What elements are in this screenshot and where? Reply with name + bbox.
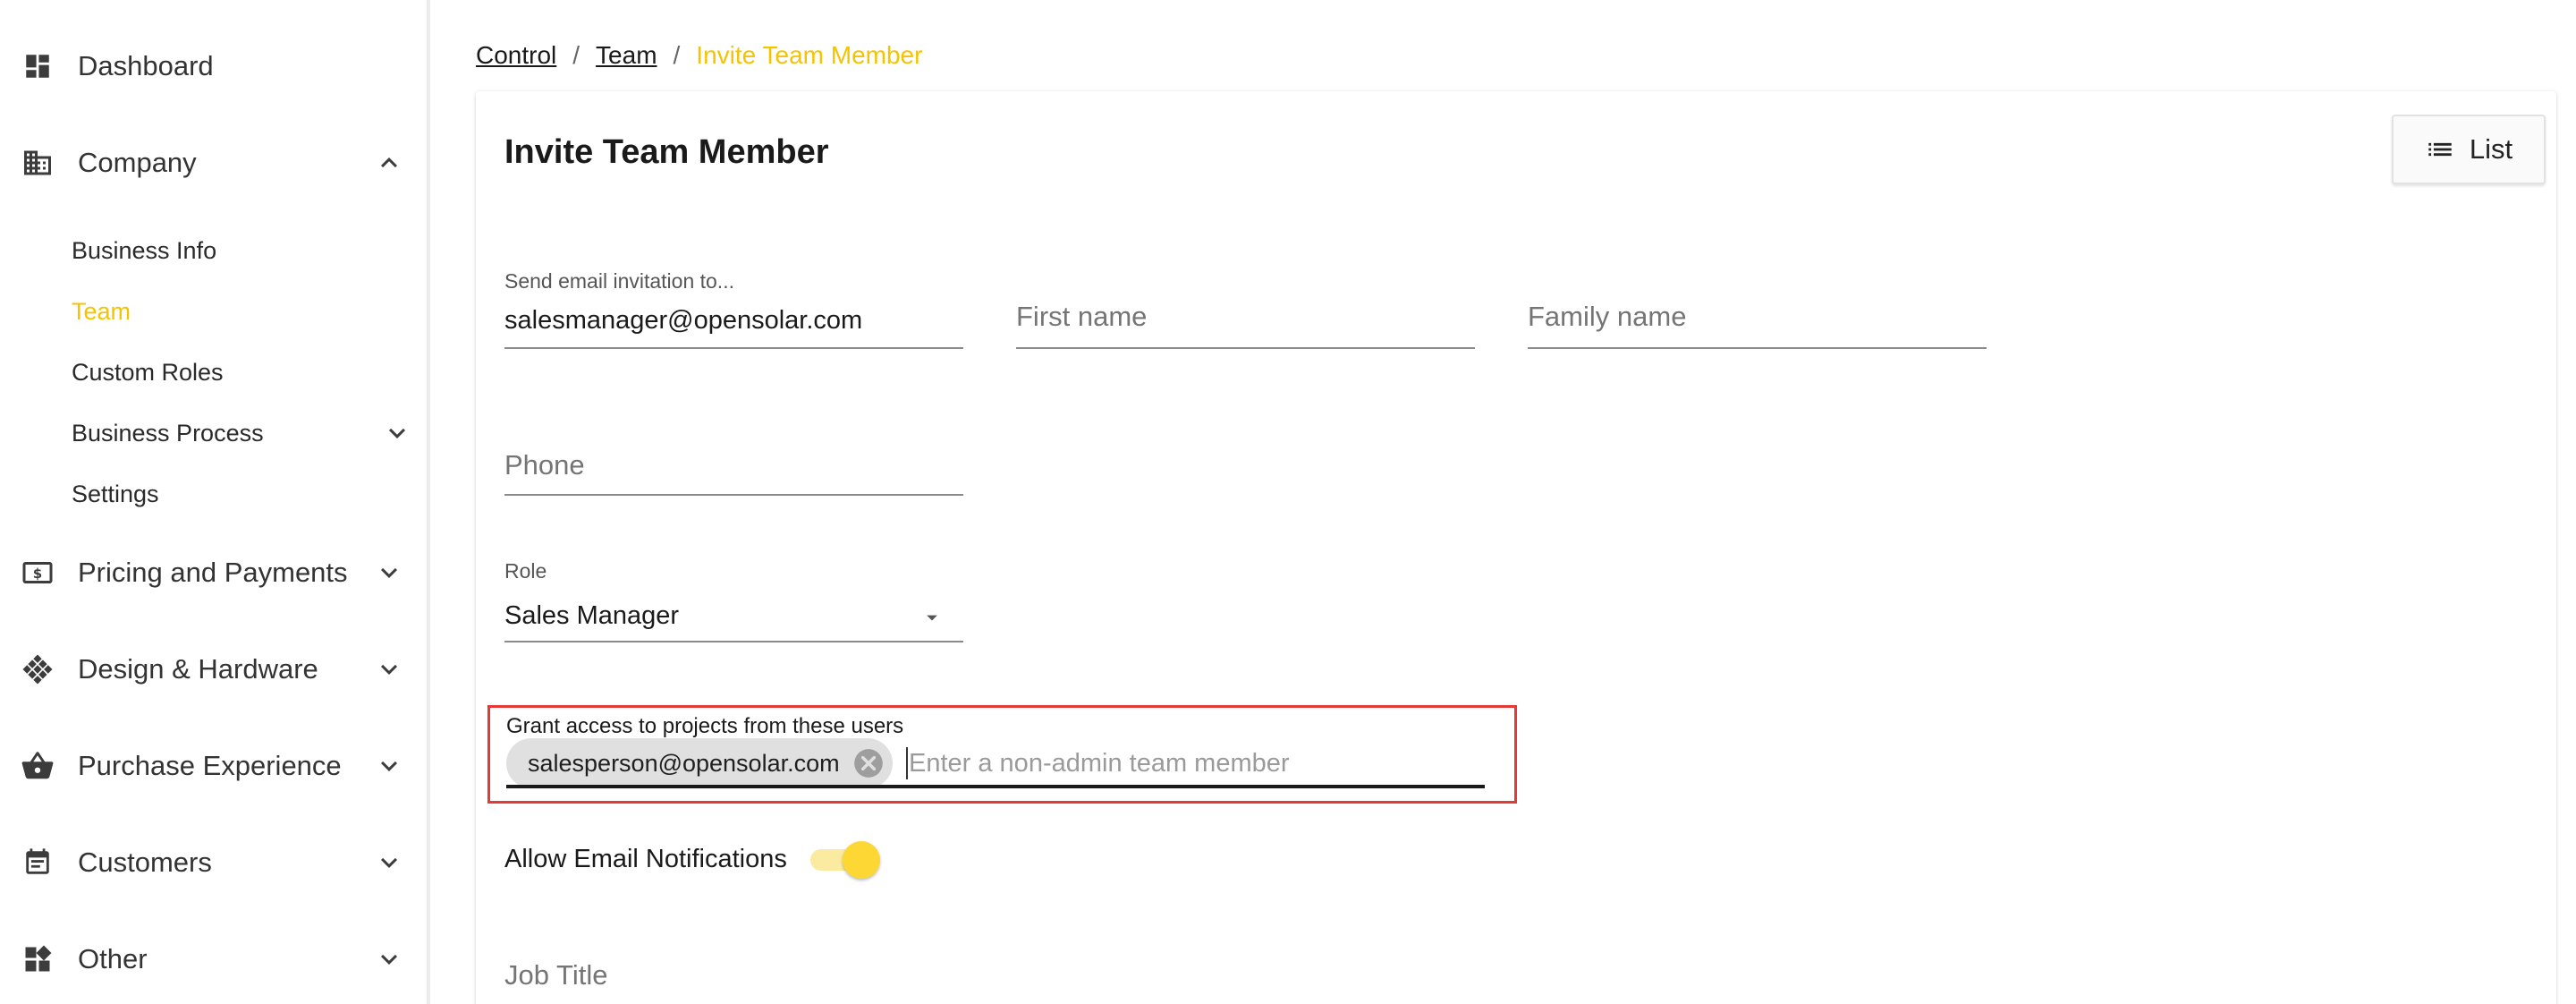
calendar-list-icon xyxy=(20,845,55,881)
sidebar-subitem-settings[interactable]: Settings xyxy=(72,478,159,510)
phone-underline xyxy=(504,494,963,496)
sidebar-item-purchase-experience[interactable]: Purchase Experience xyxy=(0,730,430,802)
job-title-field[interactable]: Job Title xyxy=(504,952,963,1004)
role-underline xyxy=(504,641,963,642)
widgets-icon xyxy=(20,941,55,977)
sidebar-subitem-custom-roles[interactable]: Custom Roles xyxy=(72,356,224,388)
text-caret xyxy=(906,747,908,779)
family-name-underline xyxy=(1528,347,1987,349)
sidebar-item-customers[interactable]: Customers xyxy=(0,827,430,898)
sidebar-item-other[interactable]: Other xyxy=(0,923,430,995)
list-button[interactable]: List xyxy=(2392,115,2546,184)
role-label: Role xyxy=(504,559,547,583)
phone-placeholder[interactable]: Phone xyxy=(504,447,585,483)
basket-icon xyxy=(20,748,55,784)
chevron-down-icon[interactable] xyxy=(381,417,413,449)
chevron-down-icon[interactable] xyxy=(373,750,405,782)
sidebar-item-label: Other xyxy=(78,943,148,974)
email-field[interactable]: Send email invitation to... salesmanager… xyxy=(504,268,963,353)
chevron-up-icon[interactable] xyxy=(373,147,405,179)
breadcrumb-separator: / xyxy=(673,41,681,69)
list-icon xyxy=(2428,142,2452,157)
chevron-down-icon[interactable] xyxy=(373,943,405,975)
sidebar-item-label: Company xyxy=(78,147,197,178)
sidebar-item-label: Pricing and Payments xyxy=(78,557,348,588)
sidebar: Dashboard Company Business Info Team Cus… xyxy=(0,0,430,1004)
breadcrumb: Control / Team / Invite Team Member xyxy=(476,39,922,72)
chevron-down-icon[interactable] xyxy=(373,557,405,589)
building-icon xyxy=(20,145,55,181)
sidebar-item-design-hardware[interactable]: Design & Hardware xyxy=(0,634,430,705)
svg-text:$: $ xyxy=(33,566,42,582)
dollar-bill-icon: $ xyxy=(20,555,55,591)
sidebar-item-pricing-payments[interactable]: $ Pricing and Payments xyxy=(0,537,430,608)
sidebar-item-company[interactable]: Company xyxy=(0,127,430,199)
sidebar-subitem-team[interactable]: Team xyxy=(72,295,131,328)
breadcrumb-team-link[interactable]: Team xyxy=(596,39,657,72)
breadcrumb-current: Invite Team Member xyxy=(696,41,923,69)
user-chip[interactable]: salesperson@opensolar.com xyxy=(506,738,893,788)
breadcrumb-control-link[interactable]: Control xyxy=(476,39,556,72)
sidebar-item-label: Customers xyxy=(78,847,212,878)
dropdown-arrow-icon[interactable] xyxy=(919,605,945,630)
chevron-down-icon[interactable] xyxy=(373,847,405,879)
close-circle-icon[interactable] xyxy=(852,746,886,780)
first-name-underline xyxy=(1016,347,1475,349)
chevron-down-icon[interactable] xyxy=(373,653,405,685)
user-chip-label: salesperson@opensolar.com xyxy=(528,749,840,777)
family-name-placeholder[interactable]: Family name xyxy=(1528,299,1686,335)
phone-field[interactable]: Phone xyxy=(504,413,963,498)
sidebar-item-label: Design & Hardware xyxy=(78,653,318,685)
dashboard-icon xyxy=(20,48,55,84)
grant-access-underline xyxy=(506,785,1485,788)
invite-form-card: Invite Team Member List Send email invit… xyxy=(476,91,2556,1004)
sidebar-subitem-business-info[interactable]: Business Info xyxy=(72,234,216,267)
first-name-field[interactable]: First name xyxy=(1016,268,1475,353)
job-title-placeholder[interactable]: Job Title xyxy=(504,957,607,993)
family-name-field[interactable]: Family name xyxy=(1528,268,1987,353)
email-field-label: Send email invitation to... xyxy=(504,269,734,293)
email-field-value[interactable]: salesmanager@opensolar.com xyxy=(504,304,862,336)
role-value[interactable]: Sales Manager xyxy=(504,600,679,632)
page-title: Invite Team Member xyxy=(504,133,829,171)
breadcrumb-separator: / xyxy=(572,41,580,69)
sidebar-item-label: Purchase Experience xyxy=(78,750,342,781)
main-content: Control / Team / Invite Team Member Invi… xyxy=(434,0,2576,1004)
sidebar-item-label: Dashboard xyxy=(78,50,214,81)
sidebar-subitem-business-process[interactable]: Business Process xyxy=(72,417,264,449)
first-name-placeholder[interactable]: First name xyxy=(1016,299,1147,335)
grid-diamond-icon xyxy=(20,651,55,687)
sidebar-item-dashboard[interactable]: Dashboard xyxy=(0,30,430,102)
email-notifications-label: Allow Email Notifications xyxy=(504,845,787,873)
email-notifications-toggle[interactable] xyxy=(810,841,880,879)
grant-access-label: Grant access to projects from these user… xyxy=(506,714,904,738)
list-button-label: List xyxy=(2469,133,2513,165)
grant-access-field[interactable]: Grant access to projects from these user… xyxy=(487,705,1517,804)
grant-access-input[interactable]: Enter a non-admin team member xyxy=(909,747,1290,779)
role-select[interactable]: Role Sales Manager xyxy=(504,558,963,642)
email-field-underline xyxy=(504,347,963,349)
toggle-knob xyxy=(843,841,880,879)
